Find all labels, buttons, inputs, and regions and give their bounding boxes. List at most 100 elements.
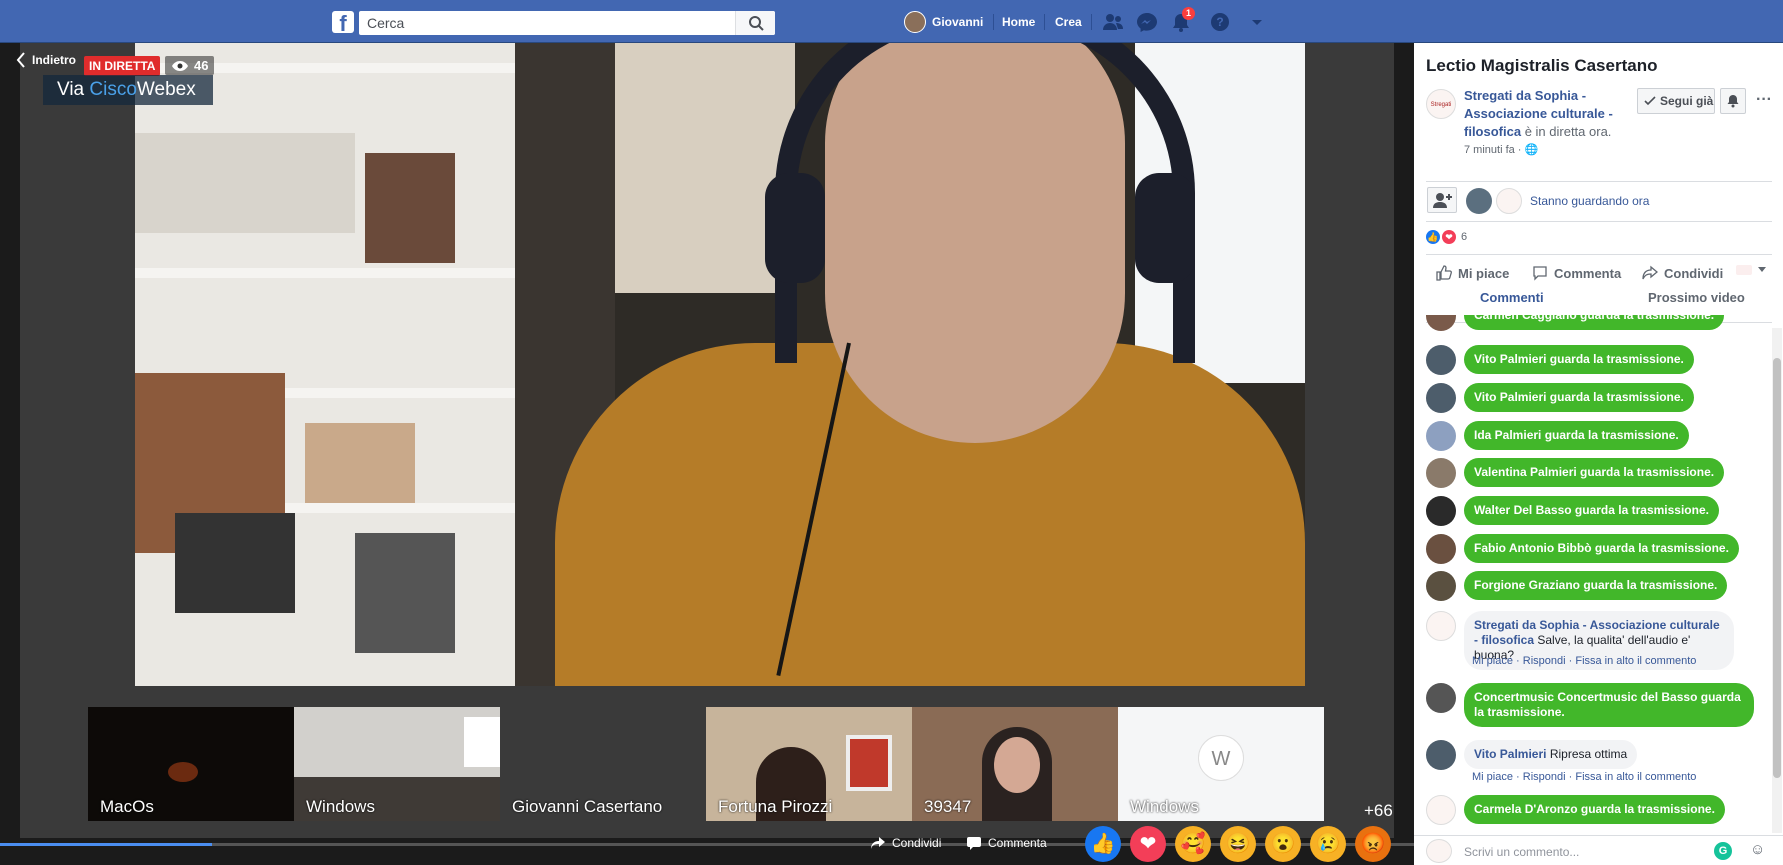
- nav-profile[interactable]: Giovanni: [904, 11, 983, 33]
- notifications-badge: 1: [1182, 7, 1196, 20]
- avatar[interactable]: [1426, 421, 1456, 451]
- more-participants-count[interactable]: +66: [1364, 801, 1393, 821]
- tab-comments[interactable]: Commenti: [1480, 290, 1544, 305]
- comment-pin-link[interactable]: Fissa in alto il commento: [1575, 771, 1696, 783]
- notifications-icon[interactable]: 1: [1170, 7, 1196, 32]
- follow-button[interactable]: Segui già: [1637, 88, 1715, 114]
- video-progress-fill: [0, 843, 213, 846]
- join-notice: Vito Palmieri guarda la trasmissione.: [1464, 383, 1694, 412]
- list-item: Fabio Antonio Bibbò guarda la trasmissio…: [1426, 534, 1739, 564]
- add-friend-button[interactable]: [1427, 187, 1457, 213]
- share-video-button[interactable]: Condividi: [870, 836, 941, 850]
- angry-reaction-icon[interactable]: 😡: [1355, 826, 1391, 862]
- like-reaction-icon[interactable]: 👍: [1085, 826, 1121, 862]
- more-options-icon[interactable]: ···: [1756, 91, 1772, 109]
- participant-tile: W Windows: [1118, 707, 1324, 821]
- list-item: Walter Del Basso guarda la trasmissione.: [1426, 496, 1719, 526]
- comment-actions: Mi piace · Rispondi · Fissa in alto il c…: [1472, 771, 1697, 783]
- comment-pin-link[interactable]: Fissa in alto il commento: [1575, 655, 1696, 667]
- avatar[interactable]: [1426, 571, 1456, 601]
- emoji-icon[interactable]: ☺: [1750, 841, 1765, 858]
- care-reaction-icon[interactable]: 🥰: [1175, 826, 1211, 862]
- live-video-sidebar: Lectio Magistralis Casertano Stregati da…: [1414, 43, 1783, 865]
- watching-now-text[interactable]: Stanno guardando ora: [1530, 194, 1649, 208]
- participant-name: Windows: [306, 797, 375, 816]
- nav-create[interactable]: Crea: [1055, 11, 1082, 33]
- love-reaction-icon[interactable]: ❤: [1130, 826, 1166, 862]
- comment-like-link[interactable]: Mi piace: [1472, 655, 1513, 667]
- post-time-text[interactable]: 7 minuti fa ·: [1464, 144, 1525, 156]
- avatar[interactable]: [1426, 496, 1456, 526]
- viewer-count: 46: [165, 56, 215, 75]
- avatar[interactable]: [1426, 345, 1456, 375]
- search-button[interactable]: [735, 11, 775, 35]
- avatar[interactable]: [1426, 611, 1456, 641]
- friend-requests-icon[interactable]: [1102, 12, 1124, 32]
- post-as-selector[interactable]: [1736, 265, 1766, 275]
- back-button[interactable]: Indietro: [16, 52, 76, 68]
- avatar[interactable]: [1426, 315, 1456, 331]
- search-input[interactable]: [359, 11, 775, 35]
- comment-video-button[interactable]: Commenta: [966, 836, 1047, 850]
- join-notice: Vito Palmieri guarda la trasmissione.: [1464, 345, 1694, 374]
- comments-scrollbar[interactable]: [1772, 328, 1782, 833]
- follow-label: Segui già: [1660, 94, 1714, 108]
- comment-reply-link[interactable]: Rispondi: [1523, 771, 1566, 783]
- page-logo[interactable]: Stregati da Sophia: [1426, 89, 1456, 119]
- comments-list: Carmen Caggiano guarda la trasmissione. …: [1414, 315, 1783, 835]
- comment-like-link[interactable]: Mi piace: [1472, 771, 1513, 783]
- reaction-summary[interactable]: 👍 ❤ 6: [1426, 230, 1467, 244]
- wow-reaction-icon[interactable]: 😮: [1265, 826, 1301, 862]
- avatar[interactable]: [1426, 534, 1456, 564]
- join-notice: Forgione Graziano guarda la trasmissione…: [1464, 571, 1728, 600]
- join-notice: Walter Del Basso guarda la trasmissione.: [1464, 496, 1719, 525]
- comment-author[interactable]: Vito Palmieri: [1474, 747, 1546, 761]
- avatar[interactable]: [1426, 795, 1456, 825]
- avatar[interactable]: [1426, 458, 1456, 488]
- haha-reaction-icon[interactable]: 😆: [1220, 826, 1256, 862]
- notification-bell-button[interactable]: [1720, 88, 1746, 114]
- participant-name: 39347: [924, 797, 972, 816]
- comment-bubble: Vito Palmieri Ripresa ottima: [1464, 740, 1638, 769]
- like-button[interactable]: Mi piace: [1436, 265, 1509, 281]
- sad-reaction-icon[interactable]: 😢: [1310, 826, 1346, 862]
- watcher-avatar[interactable]: [1466, 188, 1492, 214]
- top-navigation-bar: f Giovanni Home Crea 1 ?: [0, 0, 1783, 43]
- avatar[interactable]: [1426, 740, 1456, 770]
- divider: [1426, 221, 1772, 222]
- messenger-icon[interactable]: [1136, 12, 1158, 32]
- help-icon[interactable]: ?: [1210, 12, 1232, 32]
- comment-input[interactable]: [1464, 841, 1714, 863]
- like-label: Mi piace: [1458, 265, 1510, 281]
- comment-item: Vito Palmieri Ripresa ottima: [1426, 740, 1638, 770]
- participant-name: Fortuna Pirozzi: [718, 797, 833, 816]
- globe-icon: 🌐: [1524, 144, 1539, 156]
- share-button[interactable]: Condividi: [1642, 265, 1723, 281]
- nav-divider: [1044, 14, 1045, 30]
- comment-reply-link[interactable]: Rispondi: [1523, 655, 1566, 667]
- list-item: Forgione Graziano guarda la trasmissione…: [1426, 571, 1728, 601]
- facebook-logo[interactable]: f: [332, 11, 354, 33]
- avatar: [904, 11, 926, 33]
- comment-label: Commenta: [1554, 265, 1622, 281]
- page-name-line: Stregati da Sophia - Associazione cultur…: [1464, 87, 1614, 141]
- nav-home[interactable]: Home: [1002, 11, 1035, 33]
- account-menu-chevron-icon[interactable]: [1246, 12, 1268, 32]
- post-timestamp: 7 minuti fa · 🌐: [1464, 143, 1538, 156]
- tab-next-video[interactable]: Prossimo video: [1648, 290, 1745, 305]
- grammarly-icon[interactable]: G: [1714, 842, 1732, 860]
- chevron-down-icon: [1758, 267, 1766, 272]
- scrollbar-thumb[interactable]: [1773, 358, 1781, 778]
- share-label: Condividi: [1664, 265, 1724, 281]
- bell-icon: [1727, 95, 1739, 108]
- participant-tile: 39347: [912, 707, 1118, 821]
- thumbs-up-icon: [1436, 265, 1452, 281]
- avatar[interactable]: [1426, 683, 1456, 713]
- page-mini-logo: [1736, 265, 1752, 275]
- avatar[interactable]: [1426, 383, 1456, 413]
- participant-tile: Fortuna Pirozzi: [706, 707, 912, 821]
- viewer-count-value: 46: [194, 58, 209, 73]
- watcher-avatar[interactable]: [1496, 188, 1522, 214]
- webex-name: Webex: [136, 79, 196, 100]
- comment-button[interactable]: Commenta: [1532, 265, 1621, 281]
